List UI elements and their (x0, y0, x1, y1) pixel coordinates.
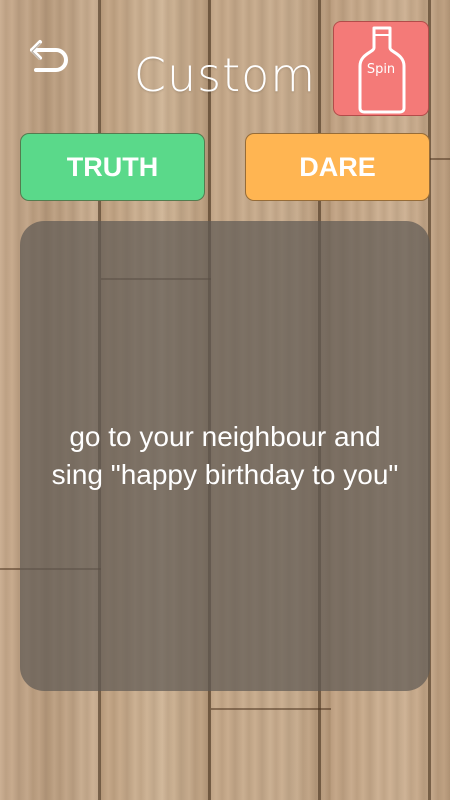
truth-button[interactable]: TRUTH (20, 133, 205, 201)
challenge-card: go to your neighbour and sing "happy bir… (20, 221, 430, 691)
challenge-text: go to your neighbour and sing "happy bir… (51, 421, 399, 490)
dare-button[interactable]: DARE (245, 133, 430, 201)
spin-button[interactable]: Spin (333, 21, 429, 116)
spin-label: Spin (366, 62, 396, 77)
